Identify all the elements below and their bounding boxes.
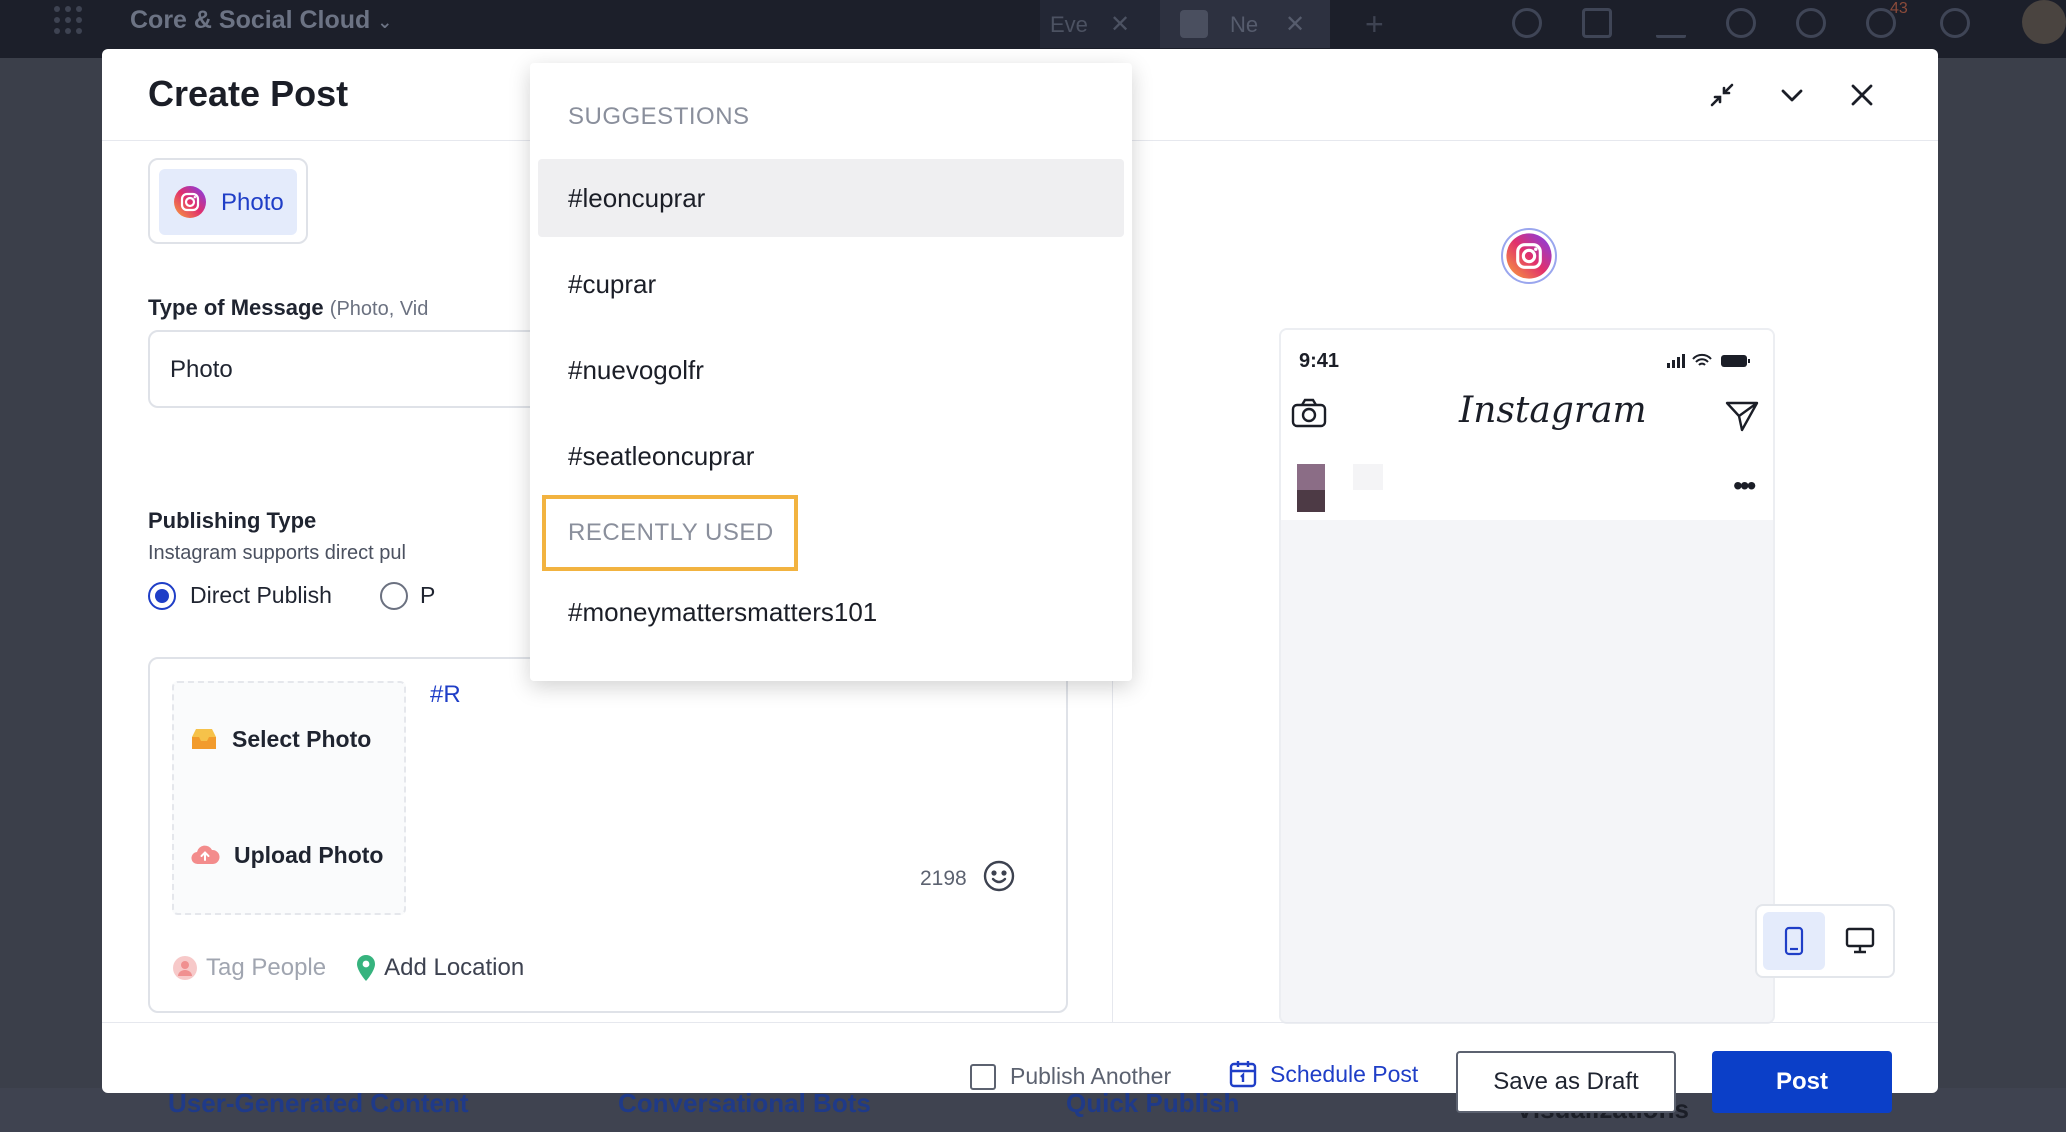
- select-photo-button[interactable]: Select Photo: [190, 719, 371, 759]
- modal-footer: Publish Another Schedule Post Save as Dr…: [102, 1022, 1938, 1113]
- preview-device-toggle: [1755, 904, 1895, 978]
- cloud-upload-icon: [191, 845, 220, 865]
- pencil-icon[interactable]: [1656, 8, 1686, 38]
- workspace-title[interactable]: Core & Social Cloud ⌄: [130, 6, 392, 35]
- suggestion-item[interactable]: #nuevogolfr: [538, 331, 1124, 409]
- tag-people-button[interactable]: Tag People: [172, 954, 326, 982]
- desktop-view-button[interactable]: [1831, 912, 1889, 970]
- recently-used-heading: RECENTLY USED: [568, 519, 774, 546]
- add-location-button[interactable]: Add Location: [356, 954, 524, 982]
- publishing-type-hint: Instagram supports direct pul: [148, 542, 406, 564]
- post-text-input[interactable]: #R: [430, 681, 461, 709]
- tab-background-b[interactable]: Ne ✕: [1160, 0, 1330, 48]
- close-icon[interactable]: ✕: [1110, 10, 1130, 39]
- modal-title: Create Post: [148, 73, 349, 114]
- suggestion-item[interactable]: #cuprar: [538, 245, 1124, 323]
- radio-other-publish-label[interactable]: P: [420, 582, 435, 609]
- character-count: 2198: [920, 867, 967, 890]
- post-composer: Select Photo Upload Photo #R 2198 Tag Pe…: [148, 657, 1068, 1013]
- preview-username-placeholder: [1353, 464, 1383, 490]
- channel-chip-label: Photo: [221, 189, 284, 216]
- post-button[interactable]: Post: [1712, 1051, 1892, 1113]
- close-icon[interactable]: ✕: [1285, 10, 1305, 39]
- media-picker: Select Photo Upload Photo: [172, 681, 406, 915]
- status-time: 9:41: [1299, 350, 1340, 372]
- chevron-down-icon: [1781, 89, 1803, 102]
- checkbox[interactable]: [970, 1063, 996, 1090]
- post-preview: 9:41 Instagram •••: [1112, 142, 1938, 1024]
- cube-icon: [1180, 10, 1208, 38]
- save-as-draft-button[interactable]: Save as Draft: [1456, 1051, 1676, 1113]
- chevron-down-icon: ⌄: [377, 12, 393, 32]
- instagram-icon: [174, 186, 206, 218]
- publishing-type-label: Publishing Type: [148, 508, 317, 533]
- schedule-post-button[interactable]: Schedule Post: [1228, 1059, 1418, 1089]
- radio-direct-publish-label[interactable]: Direct Publish: [190, 582, 332, 609]
- instagram-icon: [1506, 233, 1552, 279]
- notification-badge: 43: [1890, 0, 1908, 17]
- help-icon[interactable]: [1796, 8, 1826, 38]
- phone-header: 9:41 Instagram •••: [1281, 330, 1773, 520]
- radio-other-publish[interactable]: [380, 582, 408, 610]
- desktop-monitor-icon: [1845, 927, 1875, 954]
- recent-item[interactable]: #moneymattersmatters101: [538, 573, 1124, 651]
- avatar[interactable]: [2022, 0, 2066, 44]
- user-icon: [173, 956, 197, 980]
- search-icon[interactable]: [1512, 8, 1542, 38]
- type-of-message-label: Type of Message (Photo, Vid: [148, 295, 429, 320]
- add-tab-icon[interactable]: +: [1365, 6, 1384, 43]
- app-grid-icon[interactable]: [52, 4, 84, 36]
- suggestion-item[interactable]: #seatleoncuprar: [538, 417, 1124, 495]
- mobile-view-button[interactable]: [1763, 912, 1825, 970]
- channel-chip[interactable]: Photo: [159, 169, 297, 235]
- camera-icon: [1291, 398, 1327, 428]
- hashtag-suggestions-dropdown: SUGGESTIONS #leoncuprar #cuprar #nuevogo…: [530, 63, 1132, 681]
- chat-icon[interactable]: [1940, 8, 1970, 38]
- create-post-modal: Create Post Photo Type of Message (Photo…: [102, 49, 1938, 1113]
- more-options-icon: •••: [1733, 470, 1756, 501]
- radio-direct-publish[interactable]: [148, 582, 176, 610]
- close-icon: [1851, 84, 1873, 106]
- collapse-button[interactable]: [1772, 75, 1812, 115]
- calendar-icon[interactable]: [1582, 8, 1612, 38]
- phone-preview: 9:41 Instagram •••: [1279, 328, 1775, 1024]
- calendar-icon: [1229, 1061, 1257, 1088]
- collapse-arrows-icon: [1710, 83, 1734, 107]
- suggestion-item[interactable]: #leoncuprar: [538, 159, 1124, 237]
- channel-chip-wrapper: Photo: [148, 158, 308, 244]
- minimize-button[interactable]: [1702, 75, 1742, 115]
- inbox-tray-icon: [192, 729, 216, 749]
- phone-icon[interactable]: [1726, 8, 1756, 38]
- close-button[interactable]: [1842, 75, 1882, 115]
- tab-background-a[interactable]: Eve ✕: [1040, 0, 1160, 48]
- suggestions-heading: SUGGESTIONS: [568, 103, 750, 130]
- location-pin-icon: [357, 955, 376, 981]
- paper-plane-icon: [1725, 401, 1759, 432]
- preview-avatar: [1297, 464, 1325, 512]
- status-bar-icons: [1667, 353, 1750, 368]
- instagram-wordmark: Instagram: [1459, 390, 1647, 431]
- preview-channel-avatar[interactable]: [1501, 228, 1557, 284]
- mobile-phone-icon: [1784, 926, 1804, 956]
- upload-photo-button[interactable]: Upload Photo: [190, 835, 383, 875]
- publish-another-checkbox[interactable]: Publish Another: [970, 1063, 1171, 1090]
- composer-actions: Tag People Add Location: [172, 951, 524, 985]
- emoji-icon[interactable]: [982, 859, 1016, 893]
